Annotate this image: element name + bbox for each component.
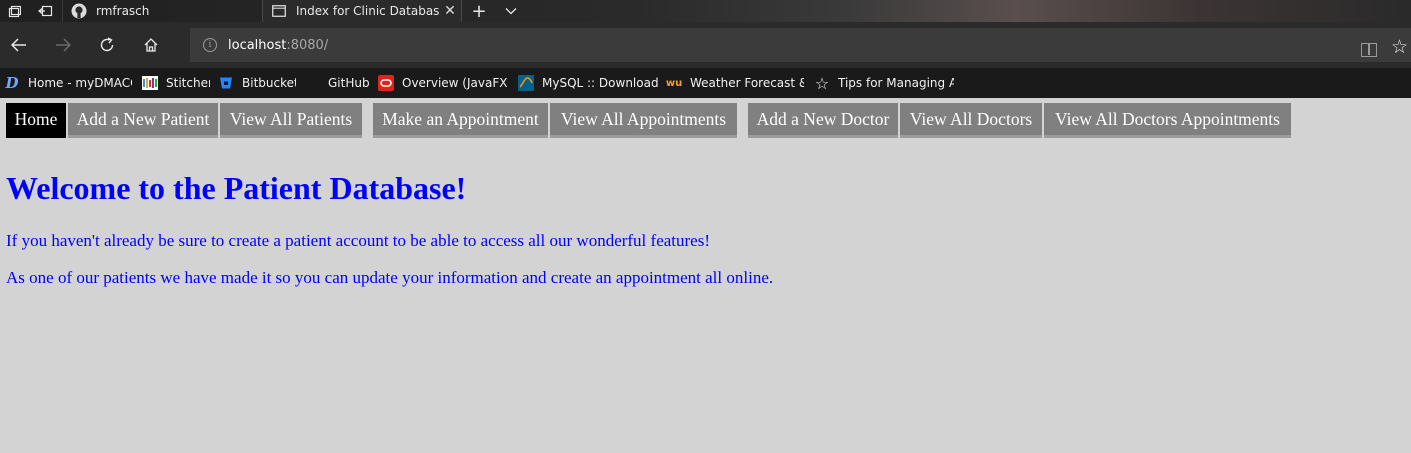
url-host: localhost [228,37,287,53]
nav-home[interactable]: Home [6,103,66,138]
favorite-tips-managing[interactable]: ☆ Tips for Managing Ac [814,68,954,98]
browser-nav-bar: i localhost:8080/ ☆ [0,22,1411,68]
nav-add-doctor[interactable]: Add a New Doctor [748,103,898,138]
favorite-bitbucket[interactable]: Bitbucket [218,68,296,98]
page-heading: Welcome to the Patient Database! [6,170,467,206]
favorite-stitcher[interactable]: Stitcher [142,68,210,98]
favorite-javafx-overview[interactable]: Overview (JavaFX 8) [378,68,508,98]
favorite-label: Weather Forecast & F [690,76,804,90]
stitcher-icon [142,75,158,91]
favorite-label: Stitcher [166,76,210,90]
favorite-label: Home - myDMACC [28,76,132,90]
refresh-icon[interactable] [92,30,122,60]
favorite-github[interactable]: GitHub [304,68,370,98]
star-icon: ☆ [814,73,830,93]
nav-make-appointment[interactable]: Make an Appointment [373,103,548,138]
favorites-bar: D Home - myDMACC Stitcher Bitbucket GitH… [0,68,1411,98]
add-favorite-star-icon[interactable]: ☆ [1391,36,1408,58]
wunderground-icon: wu [666,77,683,89]
nav-add-patient[interactable]: Add a New Patient [68,103,218,138]
site-info-icon[interactable]: i [203,38,217,52]
nav-view-doctors-appointments[interactable]: View All Doctors Appointments [1044,103,1291,138]
nav-view-doctors[interactable]: View All Doctors [900,103,1042,138]
address-bar[interactable]: i localhost:8080/ ☆ [190,28,1411,62]
home-icon[interactable] [136,30,166,60]
page-icon [271,3,287,19]
favorite-weather-forecast[interactable]: wu Weather Forecast & F [666,68,804,98]
favorite-home-mydmacc[interactable]: D Home - myDMACC [4,68,132,98]
tab-rmfrasch[interactable]: rmfrasch [62,0,262,22]
features-paragraph: As one of our patients we have made it s… [6,268,774,287]
set-tabs-aside-icon[interactable] [31,0,59,22]
tab-clinic-database[interactable]: Index for Clinic Databas ✕ [262,0,462,22]
dmacc-icon: D [5,74,19,92]
tab-actions-icon[interactable] [0,0,28,22]
back-arrow-icon[interactable] [4,30,34,60]
browser-tab-strip: rmfrasch Index for Clinic Databas ✕ + [0,0,1411,22]
reading-view-icon[interactable] [1361,43,1377,57]
oracle-icon [378,75,394,91]
favorite-label: Overview (JavaFX 8) [402,76,508,90]
chevron-down-icon[interactable] [498,0,524,22]
github-icon [71,3,87,19]
favorite-label: Bitbucket [242,76,296,90]
new-tab-icon[interactable]: + [466,0,492,22]
nav-view-appointments[interactable]: View All Appointments [550,103,737,138]
url-path: :8080/ [286,37,329,53]
favorite-label: Tips for Managing Ac [838,76,954,90]
intro-paragraph: If you haven't already be sure to create… [6,231,710,250]
favorite-label: GitHub [328,76,370,90]
mysql-icon [518,75,534,91]
nav-view-patients[interactable]: View All Patients [220,103,362,138]
bitbucket-icon [218,75,234,91]
github-icon [304,75,320,91]
forward-arrow-icon[interactable] [48,30,78,60]
favorite-mysql-download[interactable]: MySQL :: Download M [518,68,658,98]
favorite-label: MySQL :: Download M [542,76,658,90]
page-content: Home Add a New Patient View All Patients… [0,98,1411,453]
tab-title: rmfrasch [96,4,150,18]
tab-title: Index for Clinic Databas [296,4,439,18]
close-tab-icon[interactable]: ✕ [439,3,461,19]
